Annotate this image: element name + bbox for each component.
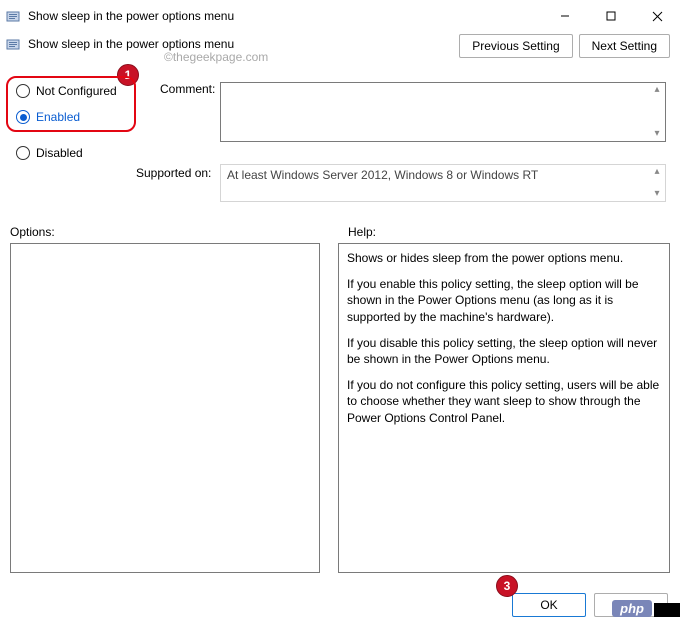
options-label: Options:: [10, 225, 330, 239]
help-label: Help:: [348, 225, 376, 239]
header-row: Show sleep in the power options menu Pre…: [0, 32, 680, 58]
scroll-up-icon[interactable]: ▴: [650, 84, 664, 96]
close-button[interactable]: [634, 0, 680, 32]
policy-title: Show sleep in the power options menu: [28, 37, 234, 51]
supported-on-box: At least Windows Server 2012, Windows 8 …: [220, 164, 666, 202]
policy-icon: [6, 8, 22, 24]
maximize-button[interactable]: [588, 0, 634, 32]
window-title: Show sleep in the power options menu: [28, 9, 542, 23]
radio-label: Not Configured: [36, 84, 117, 98]
lower-section: Options: Help: Shows or hides sleep from…: [0, 225, 680, 573]
annotation-badge-1: 1: [117, 64, 139, 86]
radio-icon: [16, 110, 30, 124]
supported-on-text: At least Windows Server 2012, Windows 8 …: [227, 168, 538, 182]
scroll-down-icon[interactable]: ▾: [650, 128, 664, 140]
overlay-blackbox: [654, 603, 680, 617]
watermark-text: ©thegeekpage.com: [164, 50, 268, 64]
previous-setting-button[interactable]: Previous Setting: [459, 34, 572, 58]
php-watermark: php: [612, 600, 652, 617]
help-panel: Shows or hides sleep from the power opti…: [338, 243, 670, 573]
radio-disabled[interactable]: Disabled: [10, 140, 670, 166]
help-paragraph: If you disable this policy setting, the …: [347, 335, 661, 367]
window-controls: [542, 0, 680, 32]
scroll-up-icon[interactable]: ▴: [650, 166, 664, 178]
radio-label: Disabled: [36, 146, 83, 160]
settings-area: 1 Not Configured Enabled Disabled Commen…: [0, 64, 680, 214]
titlebar: Show sleep in the power options menu: [0, 0, 680, 32]
comment-textarea[interactable]: ▴ ▾: [220, 82, 666, 142]
radio-icon: [16, 84, 30, 98]
radio-icon: [16, 146, 30, 160]
help-paragraph: If you enable this policy setting, the s…: [347, 276, 661, 325]
next-setting-button[interactable]: Next Setting: [579, 34, 670, 58]
ok-button[interactable]: OK: [512, 593, 586, 617]
scroll-down-icon[interactable]: ▾: [650, 188, 664, 200]
radio-label: Enabled: [36, 110, 80, 124]
supported-on-label: Supported on:: [136, 166, 211, 180]
help-paragraph: Shows or hides sleep from the power opti…: [347, 250, 661, 266]
policy-icon: [6, 36, 22, 52]
comment-label: Comment:: [160, 82, 215, 96]
help-paragraph: If you do not configure this policy sett…: [347, 377, 661, 426]
minimize-button[interactable]: [542, 0, 588, 32]
options-panel: [10, 243, 320, 573]
annotation-badge-3: 3: [496, 575, 518, 597]
